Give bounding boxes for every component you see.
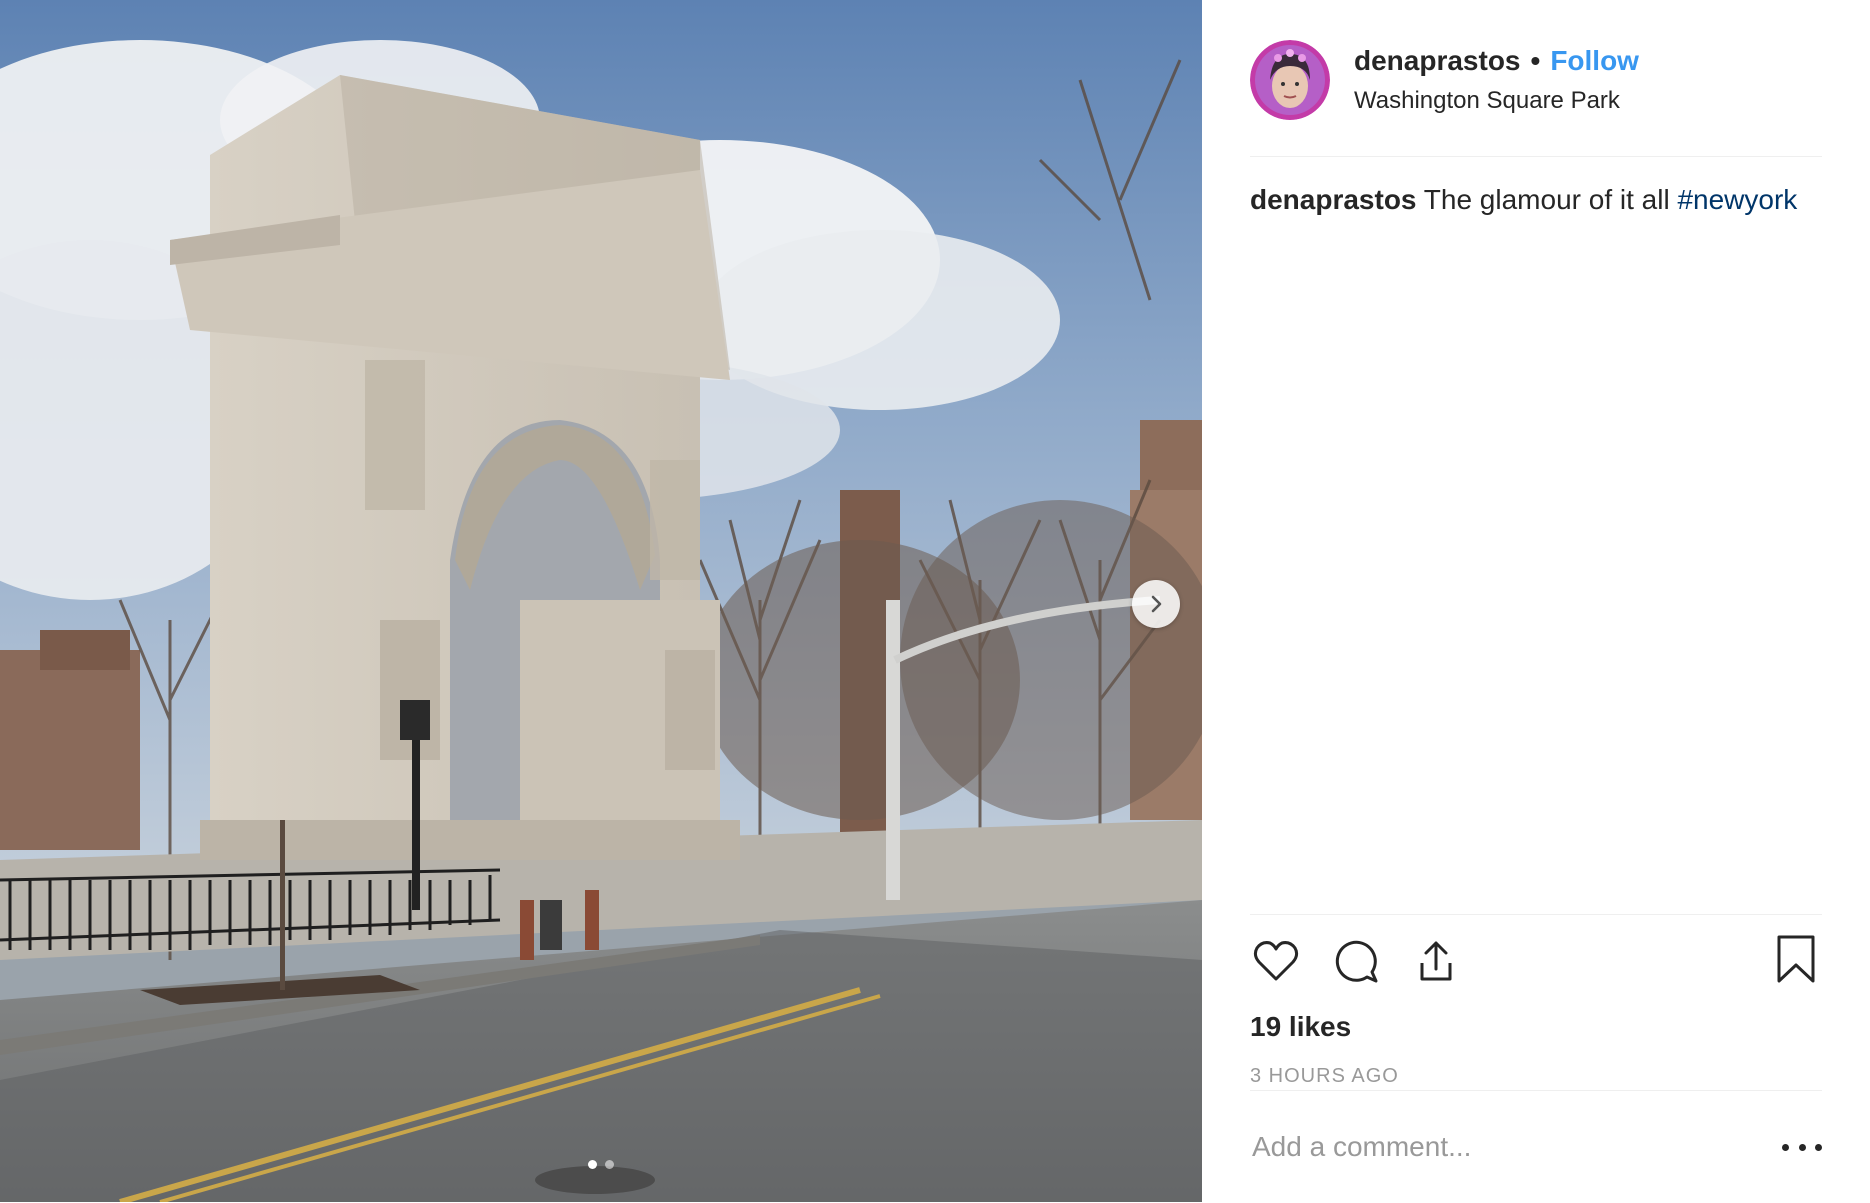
more-options-button[interactable]	[1782, 1137, 1822, 1157]
post-photo[interactable]	[0, 0, 1202, 1202]
save-button[interactable]	[1770, 933, 1822, 985]
more-dot	[1782, 1143, 1789, 1151]
author-username[interactable]: denaprastos	[1354, 45, 1521, 77]
post-side-panel: denaprastos • Follow Washington Square P…	[1202, 0, 1870, 1202]
share-icon	[1420, 941, 1452, 981]
heart-icon	[1253, 941, 1299, 981]
post-header: denaprastos • Follow Washington Square P…	[1250, 36, 1822, 157]
avatar[interactable]	[1250, 40, 1330, 120]
comment-icon	[1335, 940, 1378, 983]
header-row: denaprastos • Follow	[1354, 45, 1639, 77]
post-view: denaprastos • Follow Washington Square P…	[0, 0, 1870, 1202]
comment-button[interactable]	[1330, 935, 1382, 987]
carousel-indicator	[0, 1160, 1202, 1169]
chevron-right-icon	[1151, 595, 1162, 613]
header-text: denaprastos • Follow Washington Square P…	[1354, 45, 1639, 115]
more-dot	[1798, 1143, 1806, 1151]
comment-input[interactable]	[1250, 1130, 1782, 1164]
profile-avatar-icon	[1250, 40, 1330, 120]
post-timestamp[interactable]: 3 HOURS AGO	[1250, 1065, 1822, 1088]
more-dot	[1815, 1143, 1822, 1151]
post-actions-area: 19 likes 3 HOURS AGO	[1250, 914, 1822, 1088]
bookmark-icon	[1777, 935, 1815, 983]
carousel-next-button[interactable]	[1132, 580, 1180, 628]
caption-hashtag[interactable]: #newyork	[1677, 184, 1797, 215]
share-button[interactable]	[1410, 935, 1462, 987]
carousel-dot-active	[588, 1160, 597, 1169]
comment-composer	[1250, 1090, 1822, 1203]
photo-image	[0, 0, 1202, 1202]
caption-username[interactable]: denaprastos	[1250, 184, 1417, 215]
action-bar	[1250, 915, 1822, 1007]
separator-dot: •	[1530, 45, 1541, 76]
post-location[interactable]: Washington Square Park	[1354, 87, 1639, 115]
caption-text: The glamour of it all	[1423, 184, 1670, 215]
post-caption: denaprastos The glamour of it all #newyo…	[1250, 180, 1822, 220]
follow-button[interactable]: Follow	[1550, 45, 1639, 77]
carousel-dot	[605, 1160, 614, 1169]
like-button[interactable]	[1250, 935, 1302, 987]
likes-count[interactable]: 19 likes	[1250, 1011, 1822, 1043]
